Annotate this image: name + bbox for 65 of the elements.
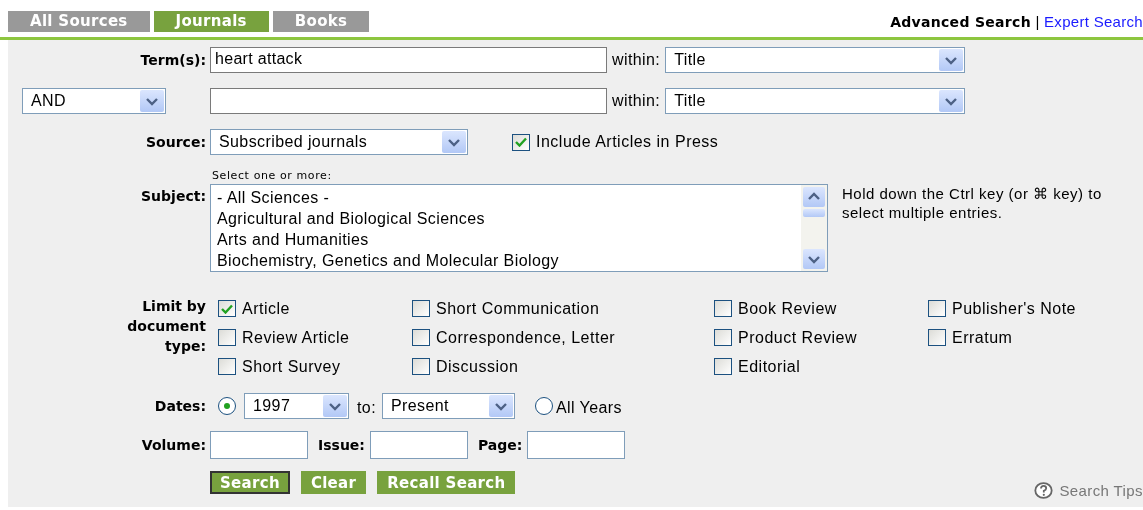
list-option[interactable]: - All Sciences - — [217, 187, 795, 208]
help-text: Hold down the Ctrl key (or ⌘ key) to select multiple entries. — [842, 184, 1103, 222]
separator: | — [1035, 13, 1040, 30]
field-label: Source: — [145, 134, 207, 150]
operator-select[interactable]: AND — [22, 88, 166, 114]
field-label: Limit by document type: — [126, 297, 206, 356]
within-select[interactable]: Title — [665, 47, 966, 73]
checkbox[interactable] — [412, 358, 430, 375]
checkbox[interactable] — [928, 300, 946, 317]
scroll-up-icon[interactable] — [803, 187, 825, 207]
checkbox[interactable] — [714, 358, 732, 375]
scrollbar[interactable] — [801, 185, 827, 271]
term-field[interactable] — [210, 88, 607, 114]
checkbox[interactable] — [218, 329, 236, 346]
year-select[interactable]: Present — [382, 393, 515, 419]
input-field[interactable] — [369, 431, 468, 459]
term-field[interactable]: heart attack — [210, 47, 607, 73]
checkbox-label: Book Review — [738, 299, 837, 318]
checkbox[interactable] — [218, 300, 236, 317]
checkbox[interactable] — [714, 300, 732, 317]
field-label: Volume: — [140, 437, 207, 453]
subject-list[interactable]: - All Sciences - Agricultural and Biological Sciences Arts and Humanities Biochemistry, Genetics and Molecular Biology — [210, 184, 828, 272]
checkbox[interactable] — [218, 358, 236, 375]
field-label: Term(s): — [139, 52, 207, 68]
checkbox[interactable] — [928, 329, 946, 346]
year-select[interactable]: 1997 — [244, 393, 349, 419]
checkbox-label: Article — [242, 299, 290, 318]
field-label: Subject: — [140, 187, 207, 204]
field-label: Issue: — [318, 437, 366, 453]
within-label: within: — [612, 92, 661, 110]
checkbox-label: Publisher's Note — [952, 299, 1076, 318]
checkbox-label: Discussion — [436, 357, 519, 376]
current-mode-label: Advanced Search — [890, 14, 1031, 30]
input-field[interactable] — [527, 431, 626, 459]
field-label: Dates: — [153, 398, 207, 414]
radio-button[interactable] — [218, 397, 236, 415]
input-field[interactable] — [210, 431, 308, 459]
search-tips-link[interactable]: Search Tips — [1034, 482, 1143, 499]
list-option[interactable]: Arts and Humanities — [217, 229, 795, 250]
checkbox[interactable] — [714, 329, 732, 346]
checkbox-label: Correspondence, Letter — [436, 328, 616, 347]
checkbox-label: Review Article — [242, 328, 350, 347]
to-label: to: — [357, 399, 376, 417]
within-select[interactable]: Title — [665, 88, 966, 114]
expert-search-link[interactable]: Expert Search — [1044, 13, 1143, 30]
checkbox-label: Include Articles in Press — [536, 133, 719, 151]
scroll-thumb[interactable] — [803, 209, 825, 217]
checkbox-label: Erratum — [952, 328, 1013, 347]
radio-label: All Years — [556, 399, 622, 417]
within-label: within: — [612, 51, 661, 69]
checkbox[interactable] — [412, 300, 430, 317]
checkbox-label: Short Survey — [242, 357, 341, 376]
checkbox-label: Short Communication — [436, 299, 600, 318]
source-select[interactable]: Subscribed journals — [210, 129, 468, 155]
checkbox[interactable] — [412, 329, 430, 346]
help-icon — [1034, 482, 1054, 499]
checkbox[interactable] — [512, 133, 530, 151]
list-option[interactable]: Biochemistry, Genetics and Molecular Biology — [217, 250, 795, 271]
checkbox-label: Editorial — [738, 357, 801, 376]
hint-text: Select one or more: — [212, 169, 332, 182]
checkbox-label: Product Review — [738, 328, 858, 347]
list-option[interactable]: Agricultural and Biological Sciences — [217, 208, 795, 229]
radio-button[interactable] — [535, 397, 553, 415]
scroll-down-icon[interactable] — [803, 249, 825, 269]
field-label: Page: — [477, 437, 524, 453]
